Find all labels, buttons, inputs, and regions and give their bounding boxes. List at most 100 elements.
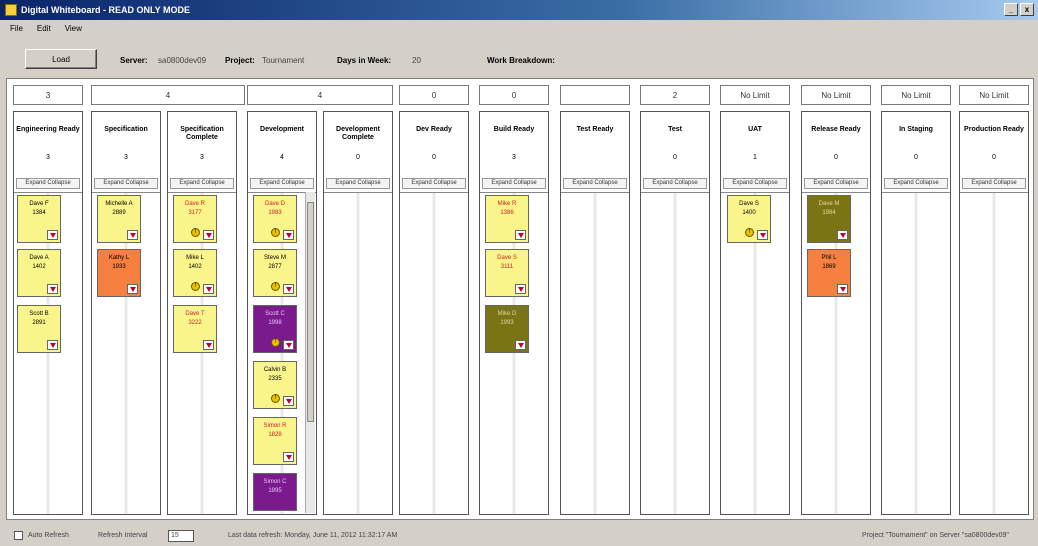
card-number: 2877: [268, 264, 282, 270]
card-number: 2891: [32, 320, 46, 326]
minimize-button[interactable]: _: [1004, 3, 1018, 16]
column-dev-ready: Dev Ready 0 Expand Collapse: [399, 111, 469, 515]
card-menu-button[interactable]: [515, 340, 526, 350]
card-number: 1400: [742, 210, 756, 216]
menu-file[interactable]: File: [10, 24, 23, 33]
card-name: Mike D: [497, 311, 517, 317]
card-menu-button[interactable]: [283, 230, 294, 240]
card-menu-button[interactable]: [127, 284, 138, 294]
card-menu-button[interactable]: [283, 396, 294, 406]
wip-limit-header: No Limit: [881, 85, 951, 105]
work-item-card[interactable]: Mike L 1402!: [173, 249, 217, 297]
scroll-thumb[interactable]: [307, 202, 314, 422]
expand-collapse-button[interactable]: Expand Collapse: [250, 178, 314, 189]
card-menu-button[interactable]: [47, 230, 58, 240]
work-item-card[interactable]: Phil L 1869: [807, 249, 851, 297]
column-scrollbar[interactable]: [305, 192, 315, 513]
column-in-staging: In Staging 0 Expand Collapse: [881, 111, 951, 515]
card-name: Michelle A: [105, 201, 133, 207]
expand-collapse-button[interactable]: Expand Collapse: [482, 178, 546, 189]
column-title: Dev Ready: [416, 126, 452, 133]
wip-limit-header: 2: [640, 85, 710, 105]
connection-status-text: Project "Tournament" on Server "sa0800de…: [862, 532, 1009, 539]
menu-view[interactable]: View: [65, 24, 82, 33]
card-name: Dave R: [184, 201, 205, 207]
project-value: Tournament: [262, 56, 305, 65]
wip-limit-header: [560, 85, 630, 105]
card-menu-button[interactable]: [515, 230, 526, 240]
column-count: 0: [356, 154, 360, 161]
column-count: 0: [914, 154, 918, 161]
card-name: Scott B: [29, 311, 49, 317]
refresh-interval-label: Refresh Interval: [98, 532, 148, 539]
card-menu-button[interactable]: [837, 230, 848, 240]
card-menu-button[interactable]: [283, 284, 294, 294]
kanban-board: 3 4 4 0 0 2 No Limit No Limit No Limit N…: [6, 78, 1034, 520]
card-menu-button[interactable]: [47, 340, 58, 350]
card-menu-button[interactable]: [203, 284, 214, 294]
card-menu-button[interactable]: [837, 284, 848, 294]
expand-collapse-button[interactable]: Expand Collapse: [643, 178, 707, 189]
expand-collapse-button[interactable]: Expand Collapse: [170, 178, 234, 189]
work-item-card[interactable]: Scott B 2891: [17, 305, 61, 353]
column-title: Production Ready: [964, 126, 1024, 133]
work-item-card[interactable]: Calvin B 2335!: [253, 361, 297, 409]
card-name: Kathy L: [108, 255, 130, 261]
column-title: In Staging: [899, 126, 933, 133]
refresh-interval-stepper[interactable]: 15: [168, 530, 194, 542]
work-item-card[interactable]: Dave S 3111: [485, 249, 529, 297]
expand-collapse-button[interactable]: Expand Collapse: [723, 178, 787, 189]
close-button[interactable]: x: [1020, 3, 1034, 16]
work-item-card[interactable]: Dave A 1402: [17, 249, 61, 297]
card-menu-button[interactable]: [515, 284, 526, 294]
card-name: Dave T: [185, 311, 205, 317]
work-item-card[interactable]: Michelle A 2889: [97, 195, 141, 243]
work-item-card[interactable]: Simon C 1995: [253, 473, 297, 511]
card-menu-button[interactable]: [127, 230, 138, 240]
card-name: Simon R: [263, 423, 287, 429]
priority-flag-icon: !: [191, 228, 200, 237]
menu-edit[interactable]: Edit: [37, 24, 51, 33]
card-menu-button[interactable]: [283, 340, 294, 350]
work-item-card[interactable]: Dave F 1384: [17, 195, 61, 243]
card-number: 1998: [268, 320, 282, 326]
work-item-card[interactable]: Scott C 1998!: [253, 305, 297, 353]
expand-collapse-button[interactable]: Expand Collapse: [563, 178, 627, 189]
card-number: 1984: [822, 210, 836, 216]
card-menu-button[interactable]: [283, 452, 294, 462]
work-item-card[interactable]: Dave S 1400!: [727, 195, 771, 243]
work-item-card[interactable]: Dave R 3177!: [173, 195, 217, 243]
column-title: Specification: [104, 126, 148, 133]
work-item-card[interactable]: Simon R 1828: [253, 417, 297, 465]
expand-collapse-button[interactable]: Expand Collapse: [94, 178, 158, 189]
priority-flag-icon: !: [271, 394, 280, 403]
card-menu-button[interactable]: [203, 340, 214, 350]
work-item-card[interactable]: Dave T 3222: [173, 305, 217, 353]
card-menu-button[interactable]: [757, 230, 768, 240]
expand-collapse-button[interactable]: Expand Collapse: [804, 178, 868, 189]
work-item-card[interactable]: Dave D 1983!: [253, 195, 297, 243]
work-item-card[interactable]: Kathy L 1933: [97, 249, 141, 297]
load-button[interactable]: Load: [25, 49, 97, 69]
expand-collapse-button[interactable]: Expand Collapse: [326, 178, 390, 189]
expand-collapse-button[interactable]: Expand Collapse: [402, 178, 466, 189]
column-test: Test 0 Expand Collapse: [640, 111, 710, 515]
column-body: [882, 192, 950, 514]
work-item-card[interactable]: Dave M 1984: [807, 195, 851, 243]
column-body: [960, 192, 1028, 514]
expand-collapse-button[interactable]: Expand Collapse: [962, 178, 1026, 189]
card-number: 1933: [112, 264, 126, 270]
card-menu-button[interactable]: [203, 230, 214, 240]
work-item-card[interactable]: Mike R 1386: [485, 195, 529, 243]
expand-collapse-button[interactable]: Expand Collapse: [16, 178, 80, 189]
expand-collapse-button[interactable]: Expand Collapse: [884, 178, 948, 189]
column-body: [561, 192, 629, 514]
work-item-card[interactable]: Mike D 1993: [485, 305, 529, 353]
work-item-card[interactable]: Steve M 2877!: [253, 249, 297, 297]
column-body: [324, 192, 392, 514]
card-menu-button[interactable]: [47, 284, 58, 294]
auto-refresh-checkbox[interactable]: [14, 531, 23, 540]
priority-flag-icon: !: [271, 338, 280, 347]
card-number: 3222: [188, 320, 202, 326]
column-count: 0: [992, 154, 996, 161]
